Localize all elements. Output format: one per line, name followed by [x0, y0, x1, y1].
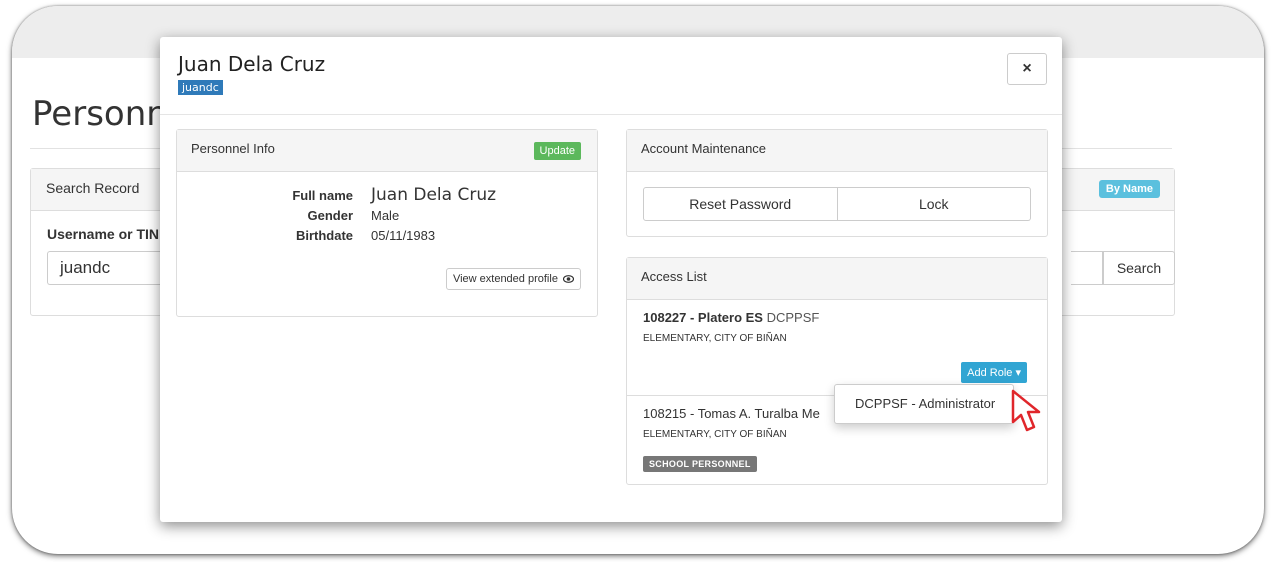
search-button[interactable]: Search — [1103, 251, 1175, 285]
school-location: ELEMENTARY, CITY OF BIÑAN — [643, 333, 787, 344]
gender-value: Male — [371, 208, 400, 223]
personnel-info-header: Personnel Info Update — [177, 130, 597, 172]
close-button[interactable]: × — [1007, 53, 1047, 85]
eye-icon — [562, 275, 575, 283]
birthdate-value: 05/11/1983 — [371, 228, 436, 243]
account-maintenance-title: Account Maintenance — [641, 141, 767, 156]
system-name: DCPPSF — [766, 310, 820, 325]
search-panel-title: Search Record — [46, 180, 140, 196]
add-role-dropdown: DCPPSF - Administrator — [834, 384, 1014, 424]
dropdown-option-administrator[interactable]: DCPPSF - Administrator — [855, 396, 995, 411]
access-item-title: 108227 - Platero ES DCPPSF — [643, 310, 819, 325]
school-location: ELEMENTARY, CITY OF BIÑAN — [643, 429, 787, 440]
account-actions: Reset Password Lock — [643, 187, 1031, 221]
search-input-end[interactable] — [1071, 251, 1103, 285]
account-maintenance-header: Account Maintenance — [627, 130, 1047, 172]
personnel-info-title: Personnel Info — [191, 141, 275, 156]
username-tag: juandc — [178, 80, 223, 95]
access-list-header: Access List — [627, 258, 1047, 300]
info-row-birthdate: Birthdate 05/11/1983 — [177, 228, 597, 248]
access-list-panel: Access List 108227 - Platero ES DCPPSF E… — [626, 257, 1048, 485]
role-badge: SCHOOL PERSONNEL — [643, 456, 757, 472]
school-code-name: 108227 - Platero ES — [643, 310, 763, 325]
fullname-label: Full name — [292, 188, 353, 203]
pointer-cursor-icon — [1011, 389, 1041, 432]
reset-password-button[interactable]: Reset Password — [643, 187, 838, 221]
personnel-info-panel: Personnel Info Update Full name Juan Del… — [176, 129, 598, 317]
gender-label: Gender — [307, 208, 353, 223]
search-input[interactable]: juandc — [47, 251, 177, 285]
fullname-value: Juan Dela Cruz — [371, 185, 497, 205]
page-title: Personn — [32, 94, 168, 134]
view-extended-profile-label: View extended profile — [452, 273, 558, 285]
info-row-gender: Gender Male — [177, 208, 597, 228]
by-name-badge[interactable]: By Name — [1098, 180, 1160, 198]
username-or-tin-label: Username or TIN — [47, 226, 160, 242]
personnel-modal: Juan Dela Cruz juandc × Personnel Info U… — [160, 37, 1062, 522]
add-role-button[interactable]: Add Role ▾ — [961, 362, 1027, 383]
school-code-name: 108215 - Tomas A. Turalba Me — [643, 406, 820, 421]
birthdate-label: Birthdate — [295, 228, 353, 243]
list-item: 108227 - Platero ES DCPPSF ELEMENTARY, C… — [627, 300, 1047, 396]
update-button[interactable]: Update — [533, 142, 581, 160]
modal-header: Juan Dela Cruz juandc × — [160, 37, 1062, 115]
view-extended-profile-button[interactable]: View extended profile — [445, 268, 581, 290]
account-maintenance-panel: Account Maintenance Reset Password Lock — [626, 129, 1048, 237]
lock-button[interactable]: Lock — [837, 187, 1031, 221]
modal-title: Juan Dela Cruz — [178, 52, 326, 76]
access-list-title: Access List — [641, 269, 707, 284]
info-row-fullname: Full name Juan Dela Cruz — [177, 185, 597, 208]
